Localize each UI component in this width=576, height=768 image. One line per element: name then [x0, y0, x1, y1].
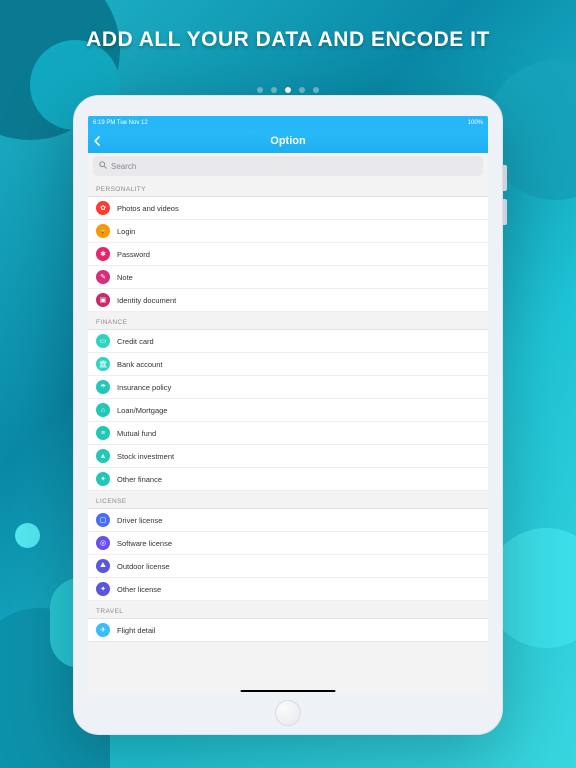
option-row-photos-videos[interactable]: ✿ Photos and videos: [88, 197, 488, 220]
row-label: Outdoor license: [117, 562, 170, 571]
options-list[interactable]: PERSONALITY ✿ Photos and videos 🔒 Login ✱ Pass…: [88, 179, 488, 694]
option-row-other-finance[interactable]: ✦ Other finance: [88, 468, 488, 491]
row-label: Other license: [117, 585, 161, 594]
tablet-frame: 6:19 PM Tue Nov 12 100% Option Search PE…: [73, 95, 503, 735]
row-label: Identity document: [117, 296, 176, 305]
row-label: Credit card: [117, 337, 154, 346]
status-battery: 100%: [468, 120, 483, 126]
status-time: 6:19 PM Tue Nov 12: [93, 120, 148, 126]
row-label: Software license: [117, 539, 172, 548]
row-label: Insurance policy: [117, 383, 171, 392]
row-label: Stock investment: [117, 452, 174, 461]
option-row-loan[interactable]: ⌂ Loan/Mortgage: [88, 399, 488, 422]
status-bar: 6:19 PM Tue Nov 12 100%: [88, 116, 488, 129]
back-arrow-icon: [93, 136, 103, 146]
bg-blob: [15, 523, 40, 548]
promo-headline: ADD ALL YOUR DATA AND ENCODE IT: [0, 28, 576, 52]
driver-license-icon: ▢: [96, 513, 110, 527]
identity-icon: ▣: [96, 293, 110, 307]
row-label: Password: [117, 250, 150, 259]
bank-account-icon: 🏛: [96, 357, 110, 371]
flight-detail-icon: ✈: [96, 623, 110, 637]
option-row-outdoor-license[interactable]: ⛰ Outdoor license: [88, 555, 488, 578]
section-header: PERSONALITY: [88, 179, 488, 197]
section-header: FINANCE: [88, 312, 488, 330]
volume-up-button: [503, 165, 507, 191]
back-button[interactable]: [88, 129, 108, 153]
password-icon: ✱: [96, 247, 110, 261]
promo-background: ADD ALL YOUR DATA AND ENCODE IT 6:19 PM …: [0, 0, 576, 768]
login-icon: 🔒: [96, 224, 110, 238]
option-row-note[interactable]: ✎ Note: [88, 266, 488, 289]
row-label: Login: [117, 227, 135, 236]
stock-icon: ▲: [96, 449, 110, 463]
volume-down-button: [503, 199, 507, 225]
option-row-insurance[interactable]: ☂ Insurance policy: [88, 376, 488, 399]
search-bar[interactable]: Search: [93, 156, 483, 176]
home-indicator: [241, 690, 336, 693]
option-row-mutual-fund[interactable]: ≡ Mutual fund: [88, 422, 488, 445]
nav-bar: Option: [88, 129, 488, 153]
section-header: TRAVEL: [88, 601, 488, 619]
option-row-flight-detail[interactable]: ✈ Flight detail: [88, 619, 488, 642]
loan-icon: ⌂: [96, 403, 110, 417]
option-row-driver-license[interactable]: ▢ Driver license: [88, 509, 488, 532]
section-header: LICENSE: [88, 491, 488, 509]
other-license-icon: ✦: [96, 582, 110, 596]
row-label: Driver license: [117, 516, 162, 525]
option-row-credit-card[interactable]: ▭ Credit card: [88, 330, 488, 353]
row-label: Note: [117, 273, 133, 282]
option-row-bank-account[interactable]: 🏛 Bank account: [88, 353, 488, 376]
search-placeholder: Search: [111, 162, 136, 171]
option-row-other-license[interactable]: ✦ Other license: [88, 578, 488, 601]
option-row-stock[interactable]: ▲ Stock investment: [88, 445, 488, 468]
photos-videos-icon: ✿: [96, 201, 110, 215]
note-icon: ✎: [96, 270, 110, 284]
search-icon: [99, 161, 107, 171]
other-finance-icon: ✦: [96, 472, 110, 486]
row-label: Mutual fund: [117, 429, 156, 438]
mutual-fund-icon: ≡: [96, 426, 110, 440]
credit-card-icon: ▭: [96, 334, 110, 348]
nav-title: Option: [88, 135, 488, 147]
row-label: Photos and videos: [117, 204, 179, 213]
row-label: Other finance: [117, 475, 162, 484]
row-label: Loan/Mortgage: [117, 406, 167, 415]
option-row-password[interactable]: ✱ Password: [88, 243, 488, 266]
option-row-login[interactable]: 🔒 Login: [88, 220, 488, 243]
row-label: Flight detail: [117, 626, 155, 635]
row-label: Bank account: [117, 360, 162, 369]
home-button[interactable]: [275, 700, 301, 726]
insurance-icon: ☂: [96, 380, 110, 394]
screen: 6:19 PM Tue Nov 12 100% Option Search PE…: [88, 116, 488, 694]
option-row-identity[interactable]: ▣ Identity document: [88, 289, 488, 312]
outdoor-license-icon: ⛰: [96, 559, 110, 573]
option-row-software-license[interactable]: ◎ Software license: [88, 532, 488, 555]
software-license-icon: ◎: [96, 536, 110, 550]
